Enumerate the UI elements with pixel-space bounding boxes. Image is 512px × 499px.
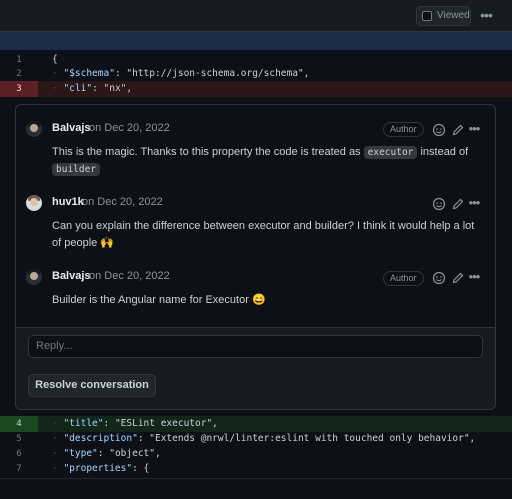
viewed-label: Viewed: [437, 10, 470, 21]
kebab-horizontal-icon[interactable]: •••: [466, 196, 482, 211]
indent-marker: ·: [52, 433, 64, 444]
comment-date[interactable]: on Dec 20, 2022: [89, 122, 170, 134]
pencil-icon[interactable]: [451, 197, 465, 211]
line-number[interactable]: 2: [0, 66, 38, 82]
avatar[interactable]: [26, 269, 42, 285]
hunk-expander[interactable]: [0, 32, 512, 50]
json-value: : "nx",: [92, 83, 133, 94]
viewed-checkbox[interactable]: Viewed: [416, 6, 471, 26]
comment-date[interactable]: on Dec 20, 2022: [82, 196, 163, 208]
json-key: "title": [63, 418, 104, 429]
comment-author[interactable]: huv1k: [52, 196, 84, 208]
diff-line: 2 · "$schema": "http://json-schema.org/s…: [0, 66, 512, 82]
comment-text: instead of: [420, 146, 469, 158]
comment-body: This is the magic. Thanks to this proper…: [52, 144, 482, 178]
json-key: "description": [63, 433, 138, 444]
diff-line-added: 4 · "title": "ESLint executor",: [0, 416, 512, 432]
author-badge: Author: [383, 271, 424, 286]
comment-author[interactable]: Balvajs: [52, 122, 91, 134]
indent-marker: ·: [52, 418, 64, 429]
code-text: · "$schema": "http://json-schema.org/sch…: [52, 66, 309, 82]
indent-marker: ·: [52, 68, 64, 79]
indent-marker: ·: [52, 83, 64, 94]
avatar[interactable]: [26, 195, 42, 211]
json-key: "type": [63, 448, 98, 459]
comment-author[interactable]: Balvajs: [52, 270, 91, 282]
comment-body: Builder is the Angular name for Executor…: [52, 294, 266, 306]
line-number[interactable]: 6: [0, 446, 38, 462]
comment-body: Can you explain the difference between e…: [52, 220, 475, 249]
comment-date[interactable]: on Dec 20, 2022: [89, 270, 170, 282]
checkbox-icon[interactable]: [422, 11, 432, 21]
json-value: : "object",: [97, 448, 161, 459]
review-thread: Balvajs on Dec 20, 2022 Author ••• This …: [15, 104, 496, 410]
json-value: : {: [132, 463, 150, 474]
json-value: : "Extends @nrwl/linter:eslint with touc…: [137, 433, 476, 444]
kebab-horizontal-icon[interactable]: •••: [466, 122, 482, 137]
inline-code: builder: [52, 163, 101, 176]
kebab-horizontal-icon[interactable]: •••: [466, 270, 482, 285]
file-header-bar: Viewed •••: [0, 0, 512, 32]
code-text: · "title": "ESLint executor",: [52, 416, 218, 432]
diff-line: 6 · "type": "object",: [0, 446, 512, 462]
comment-text: This is the magic. Thanks to this proper…: [52, 146, 361, 158]
indent-marker: ·: [52, 448, 64, 459]
smiley-icon[interactable]: [432, 271, 446, 285]
indent-marker: ·: [52, 463, 64, 474]
kebab-horizontal-icon[interactable]: •••: [478, 6, 494, 26]
line-number[interactable]: 5: [0, 431, 38, 447]
resolve-conversation-button[interactable]: Resolve conversation: [28, 374, 156, 397]
reply-input[interactable]: Reply...: [28, 335, 483, 358]
diff-line: 7 · "properties": {: [0, 461, 512, 477]
author-badge: Author: [383, 122, 424, 137]
inline-code: executor: [363, 146, 418, 159]
diff-line: 5 · "description": "Extends @nrwl/linter…: [0, 431, 512, 447]
code-text: · "type": "object",: [52, 446, 161, 462]
avatar[interactable]: [26, 121, 42, 137]
code-text: · "cli": "nx",: [52, 81, 132, 97]
line-number[interactable]: 7: [0, 461, 38, 477]
diff-line-removed: 3 · "cli": "nx",: [0, 81, 512, 97]
pencil-icon[interactable]: [451, 271, 465, 285]
reply-section: Reply... Resolve conversation: [16, 327, 495, 409]
code-text: · "properties": {: [52, 461, 149, 477]
json-value: : "ESLint executor",: [103, 418, 218, 429]
code-text: · "description": "Extends @nrwl/linter:e…: [52, 431, 475, 447]
line-number[interactable]: 4: [0, 416, 38, 432]
file-footer: [0, 478, 512, 499]
line-number[interactable]: 3: [0, 81, 38, 97]
pencil-icon[interactable]: [451, 123, 465, 137]
smiley-icon[interactable]: [432, 123, 446, 137]
json-value: : "http://json-schema.org/schema",: [114, 68, 310, 79]
json-key: "properties": [63, 463, 133, 474]
json-key: "$schema": [63, 68, 115, 79]
json-key: "cli": [63, 83, 93, 94]
smiley-icon[interactable]: [432, 197, 446, 211]
